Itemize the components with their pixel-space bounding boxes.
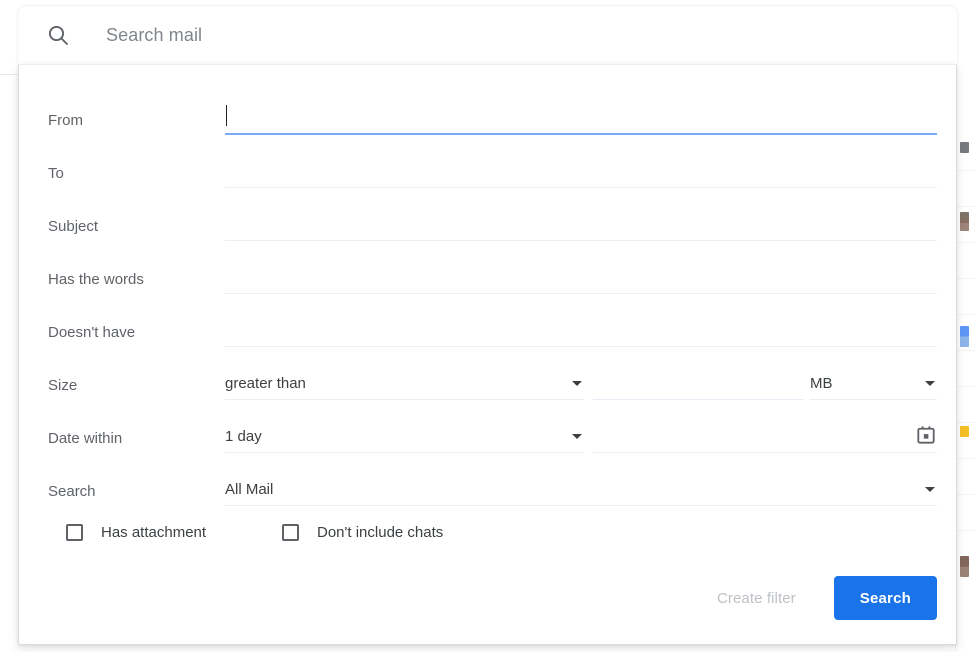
background-right-rail [955,64,975,652]
label-from: From [48,112,83,129]
dont-include-chats-checkbox[interactable] [282,524,299,541]
chevron-down-icon [572,434,582,439]
to-input[interactable] [225,156,937,188]
size-unit-value: MB [810,375,833,392]
field-row-from: From [48,97,937,150]
chevron-down-icon [572,381,582,386]
label-date-within: Date within [48,430,123,447]
field-row-doesnt-have: Doesn't have [48,309,937,362]
date-input[interactable] [593,421,937,453]
label-has-the-words: Has the words [48,271,144,288]
chevron-down-icon [925,381,935,386]
background-row [956,494,975,531]
has-attachment-checkbox-group[interactable]: Has attachment [66,524,206,541]
search-bar[interactable]: Search mail [18,6,957,64]
from-input[interactable] [225,103,937,135]
has-attachment-checkbox[interactable] [66,524,83,541]
has-attachment-label: Has attachment [101,524,207,541]
chevron-down-icon [925,487,935,492]
dialog-footer: Create filter Search [48,576,937,620]
size-amount-input[interactable] [593,368,803,400]
field-row-has-the-words: Has the words [48,256,937,309]
field-row-subject: Subject [48,203,937,256]
background-thumbnail [960,220,969,231]
search-icon [48,25,68,45]
has-the-words-input[interactable] [225,262,937,294]
label-search-scope: Search [48,483,96,500]
background-thumbnail [960,336,969,347]
advanced-search-dialog: From To Subject Has the words Doesn't ha… [18,64,957,645]
search-button[interactable]: Search [833,576,937,620]
field-row-date-within: Date within 1 day [48,415,937,468]
calendar-icon[interactable] [915,424,937,446]
label-subject: Subject [48,218,99,235]
background-row [956,242,975,279]
background-row [956,170,975,207]
date-range-select[interactable]: 1 day [225,421,584,453]
label-to: To [48,165,64,182]
subject-input[interactable] [225,209,937,241]
dont-include-chats-checkbox-group[interactable]: Don't include chats [282,524,443,541]
label-size: Size [48,377,78,394]
field-row-size: Size greater than MB [48,362,937,415]
search-scope-select[interactable]: All Mail [225,474,937,506]
search-input-placeholder[interactable]: Search mail [106,26,202,44]
background-thumbnail [960,566,969,577]
create-filter-button[interactable]: Create filter [703,580,810,617]
size-unit-select[interactable]: MB [810,368,937,400]
background-row [956,458,975,495]
date-range-value: 1 day [225,428,262,445]
gmail-advanced-search-screen: Search mail From To Subject Has the word… [0,0,975,652]
field-row-search-scope: Search All Mail [48,468,937,521]
doesnt-have-input[interactable] [225,315,937,347]
background-row [956,386,975,423]
label-doesnt-have: Doesn't have [48,324,136,341]
background-thumbnail [960,426,969,437]
dont-include-chats-label: Don't include chats [317,524,444,541]
background-row [956,278,975,315]
background-thumbnail [960,142,969,153]
size-operator-value: greater than [225,375,306,392]
background-row [956,350,975,387]
checkbox-row: Has attachment Don't include chats [48,524,937,564]
field-row-to: To [48,150,937,203]
search-scope-value: All Mail [225,481,274,498]
size-operator-select[interactable]: greater than [225,368,584,400]
text-cursor [226,105,227,126]
